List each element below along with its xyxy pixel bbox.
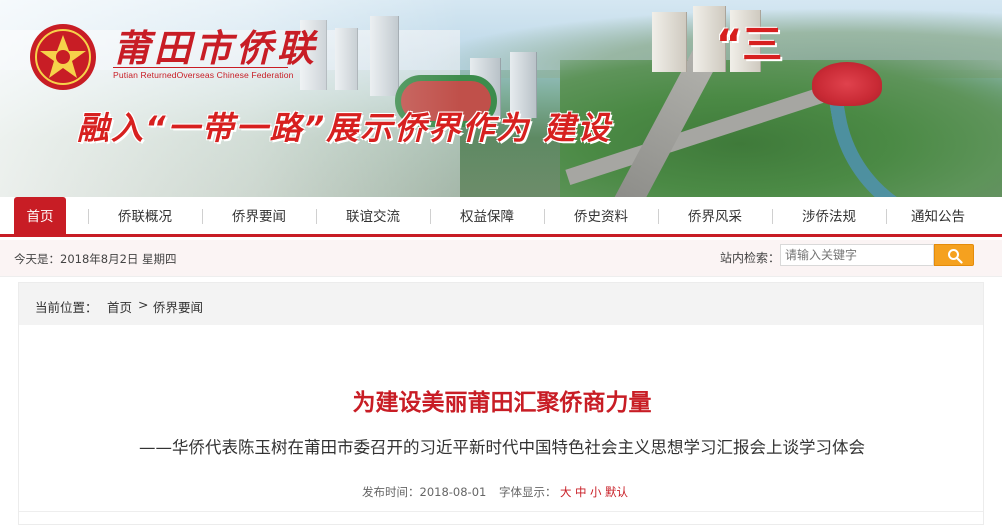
nav-item-laws[interactable]: 涉侨法规 [773,197,885,234]
current-date: 今天是：2018年8月2日 星期四 [14,252,177,266]
banner-tower [652,12,687,72]
breadcrumb: 当前位置： 首页 > 侨界要闻 [19,283,983,325]
breadcrumb-home-link[interactable]: 首页 [107,297,132,316]
article-subtitle: ——华侨代表陈玉树在莆田市委召开的习近平新时代中国特色社会主义思想学习汇报会上谈… [139,438,865,457]
search-icon [948,249,963,264]
main-nav: 首页 侨联概况 侨界要闻 联谊交流 权益保障 侨史资料 侨界风采 涉侨法规 通知… [0,197,1002,237]
breadcrumb-prefix: 当前位置： [35,300,98,315]
banner-red-building [812,62,882,106]
font-size-default[interactable]: 默认 [605,484,628,500]
nav-item-news[interactable]: 侨界要闻 [203,197,315,234]
nav-item-notices[interactable]: 通知公告 [887,197,989,234]
org-name: 莆田市侨联 [113,26,318,70]
article-title: 为建设美丽莆田汇聚侨商力量 [352,390,652,416]
header-banner: 莆田市侨联 Putian ReturnedOverseas Chinese Fe… [0,0,1002,197]
publish-date: 发布时间：2018-08-01 [362,485,487,499]
org-name-divider [113,67,288,68]
nav-item-exchange[interactable]: 联谊交流 [317,197,429,234]
breadcrumb-current-link[interactable]: 侨界要闻 [153,297,203,316]
emblem-icon [30,24,96,90]
font-size-medium[interactable]: 中 [575,484,587,500]
breadcrumb-separator: > [138,297,149,312]
nav-item-history[interactable]: 侨史资料 [545,197,657,234]
info-bar: 今天是：2018年8月2日 星期四 站内检索： [0,240,1002,277]
font-size-large[interactable]: 大 [560,484,572,500]
search-input[interactable] [780,244,934,266]
banner-slogan-end: “三 [716,22,783,68]
search-label: 站内检索： [720,251,781,265]
divider [19,511,983,512]
nav-item-style[interactable]: 侨界风采 [659,197,771,234]
nav-item-rights[interactable]: 权益保障 [431,197,543,234]
article-panel: 当前位置： 首页 > 侨界要闻 为建设美丽莆田汇聚侨商力量 ——华侨代表陈玉树在… [18,282,984,525]
font-size-small[interactable]: 小 [590,484,602,500]
banner-slogan: 融入“一带一路”展示侨界作为 建设 [77,109,612,147]
org-name-en: Putian ReturnedOverseas Chinese Federati… [113,70,294,80]
nav-item-home[interactable]: 首页 [14,197,66,237]
search-button[interactable] [934,244,974,266]
nav-item-about[interactable]: 侨联概况 [89,197,201,234]
font-size-label: 字体显示： [499,485,557,499]
